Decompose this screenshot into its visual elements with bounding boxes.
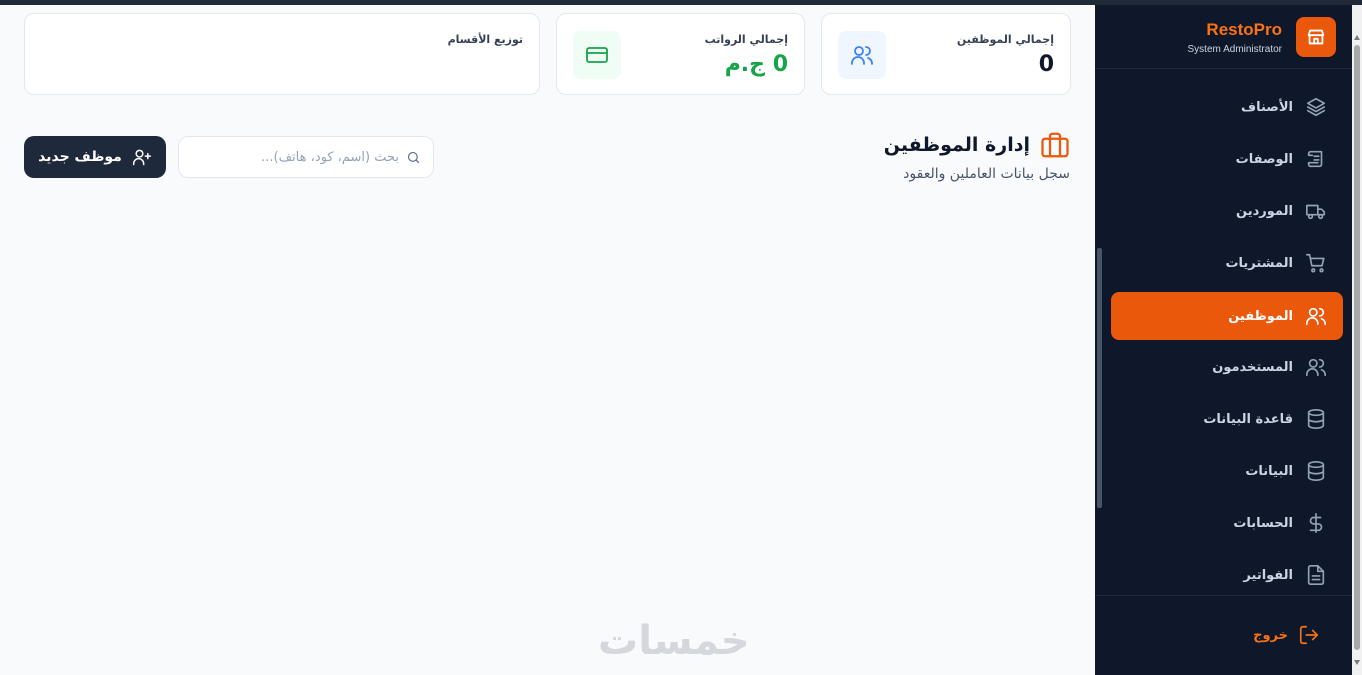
scroll-thumb[interactable] xyxy=(1354,45,1360,650)
users-icon xyxy=(1306,307,1326,326)
truck-icon xyxy=(1306,204,1326,220)
stat-value: 0 ج.م xyxy=(724,52,788,77)
page-title: إدارة الموظفين xyxy=(884,130,1070,160)
sidebar-item-purchases[interactable]: المشتريات xyxy=(1111,239,1343,287)
users-icon xyxy=(1306,358,1326,377)
sidebar-item-recipes[interactable]: الوصفات xyxy=(1111,135,1343,183)
add-employee-button[interactable]: موظف جديد xyxy=(24,136,166,178)
user-plus-icon xyxy=(132,149,151,166)
users-icon xyxy=(838,31,886,79)
dollar-icon xyxy=(1309,513,1323,533)
sidebar-item-label: قاعدة البيانات xyxy=(1203,411,1293,427)
sidebar-item-label: الموظفين xyxy=(1228,308,1293,324)
scroll-down-arrow-icon[interactable] xyxy=(1354,660,1360,665)
sidebar-item-label: الفواتير xyxy=(1243,567,1293,583)
page-title-text: إدارة الموظفين xyxy=(883,134,1030,156)
stat-card-departments: توزيع الأقسام xyxy=(24,13,540,95)
sidebar-item-label: الموردين xyxy=(1236,203,1293,219)
sidebar-item-data[interactable]: البيانات xyxy=(1111,447,1343,495)
watermark-logo: خمسات xyxy=(598,618,750,664)
sidebar-item-label: البيانات xyxy=(1245,463,1293,479)
sidebar-item-label: الحسابات xyxy=(1233,515,1293,531)
sidebar-item-label: المستخدمون xyxy=(1212,359,1293,375)
sidebar-item-suppliers[interactable]: الموردين xyxy=(1111,187,1343,235)
search-input[interactable] xyxy=(189,145,399,169)
scroll-icon xyxy=(1307,150,1323,168)
sidebar-footer: خروج xyxy=(1095,595,1352,675)
brand-subtitle: System Administrator xyxy=(1187,44,1282,55)
sidebar-item-invoices[interactable]: الفواتير xyxy=(1111,551,1343,599)
stat-card-employees: إجمالي الموظفين 0 xyxy=(821,13,1071,95)
search-box xyxy=(178,136,434,178)
brand-header: RestoPro System Administrator xyxy=(1095,5,1352,69)
search-icon xyxy=(407,151,420,164)
stat-title: توزيع الأقسام xyxy=(447,33,523,46)
sidebar-item-database[interactable]: قاعدة البيانات xyxy=(1111,395,1343,443)
sidebar-item-accounts[interactable]: الحسابات xyxy=(1111,499,1343,547)
add-employee-label: موظف جديد xyxy=(38,149,122,165)
scroll-up-arrow-icon[interactable] xyxy=(1354,35,1360,40)
sidebar-item-label: الأصناف xyxy=(1241,99,1293,115)
sidebar-item-categories[interactable]: الأصناف xyxy=(1111,83,1343,131)
file-icon xyxy=(1307,565,1325,585)
stat-value: 0 xyxy=(1038,52,1054,77)
sidebar-item-label: المشتريات xyxy=(1225,255,1293,271)
cart-icon xyxy=(1306,253,1325,273)
stat-card-salaries: إجمالي الرواتب 0 ج.م xyxy=(556,13,805,95)
sidebar-item-label: الوصفات xyxy=(1235,151,1293,167)
stat-title: إجمالي الرواتب xyxy=(704,33,788,46)
layers-icon xyxy=(1306,97,1326,117)
logout-icon xyxy=(1299,625,1319,645)
stat-title: إجمالي الموظفين xyxy=(956,33,1054,46)
brand-name: RestoPro xyxy=(1206,20,1282,39)
store-icon xyxy=(1296,17,1336,57)
briefcase-icon xyxy=(1041,132,1069,158)
page-subtitle: سجل بيانات العاملين والعقود xyxy=(903,166,1070,182)
sidebar-scrollbar[interactable] xyxy=(1097,248,1102,508)
page-scrollbar[interactable] xyxy=(1352,5,1362,675)
sidebar-item-employees[interactable]: الموظفين xyxy=(1111,292,1343,340)
logout-button[interactable]: خروج xyxy=(1253,624,1320,646)
credit-card-icon xyxy=(573,31,621,79)
logout-label: خروج xyxy=(1253,627,1288,643)
database-icon xyxy=(1307,409,1325,429)
sidebar-item-users[interactable]: المستخدمون xyxy=(1111,343,1343,391)
sidebar: RestoPro System Administrator الأصناف ال… xyxy=(1095,5,1352,675)
database-icon xyxy=(1307,461,1325,481)
